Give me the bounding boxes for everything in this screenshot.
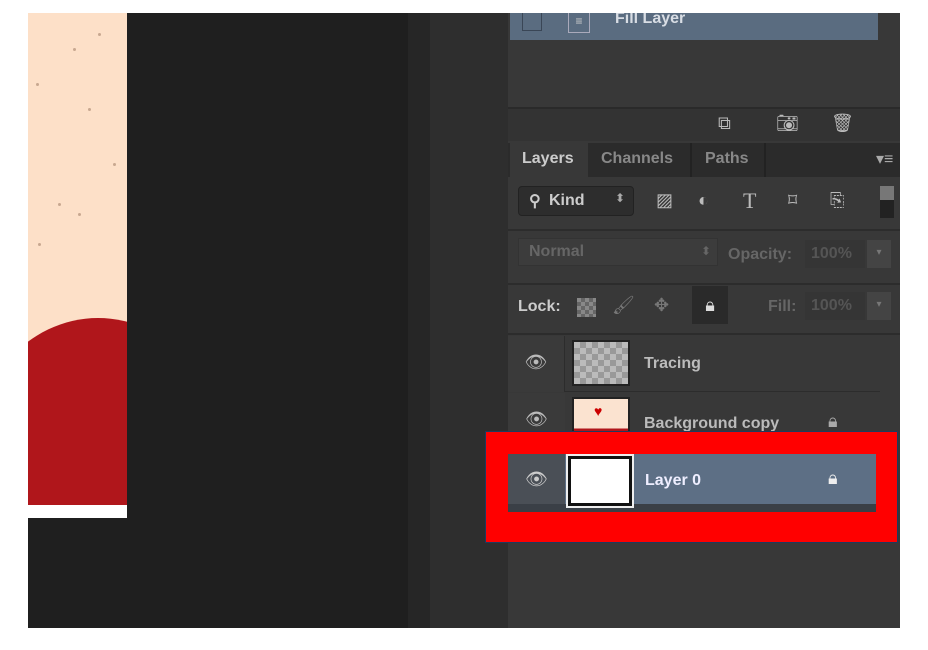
list-icon: ≡ [568, 13, 590, 33]
image-filter-icon[interactable]: ▨ [656, 190, 673, 211]
layer-thumbnail [566, 454, 634, 508]
blend-mode-select[interactable]: Normal ⬍ [518, 238, 718, 266]
tab-channels[interactable]: Channels [592, 143, 692, 177]
fill-label: Fill: [768, 298, 797, 315]
fill-input[interactable]: 100% [805, 292, 865, 320]
eye-icon[interactable]: 👁︎ [508, 454, 565, 504]
stepper-icon: ⬍ [615, 191, 626, 205]
layer-row-layer-0[interactable]: 👁︎ Layer 0 🔒︎ [508, 454, 876, 512]
trash-icon[interactable]: 🗑︎ [831, 113, 854, 134]
red-shape [28, 318, 127, 518]
type-filter-icon[interactable]: T [743, 188, 756, 214]
shape-filter-icon[interactable]: ⌑ [788, 190, 797, 211]
smart-object-filter-icon[interactable]: ⎘ [830, 190, 844, 211]
lock-icon: 🔒︎ [828, 411, 838, 431]
layer-thumbnail [572, 340, 630, 386]
highlight-box: 👁︎ Layer 0 🔒︎ [485, 431, 898, 543]
lock-icon: 🔒︎ [828, 468, 838, 488]
lock-all-button[interactable]: 🔒︎ [692, 286, 728, 324]
layer-name: Layer 0 [645, 472, 702, 489]
new-document-from-state-icon[interactable]: ⧉ [718, 113, 731, 134]
tab-paths[interactable]: Paths [696, 143, 766, 177]
opacity-dropdown-button[interactable]: ▾ [867, 240, 891, 268]
divider [408, 13, 430, 628]
filter-kind-label: Kind [549, 192, 585, 209]
history-item-label: Fill Layer [615, 13, 686, 27]
opacity-value: 100% [811, 245, 852, 262]
filter-kind-select[interactable]: ⚲ Kind ⬍ [518, 186, 634, 216]
search-icon: ⚲ [529, 193, 541, 210]
panel-menu-icon[interactable]: ▾≡ [876, 149, 893, 169]
canvas-edge [28, 505, 127, 518]
layer-name: Tracing [644, 355, 701, 372]
tab-bar: Layers Channels Paths ▾≡ [508, 143, 900, 177]
filter-toggle[interactable] [880, 186, 894, 218]
checkbox[interactable] [522, 13, 542, 31]
lock-position-icon[interactable]: ✥ [654, 295, 669, 316]
lock-image-pixels-icon[interactable]: 🖌︎ [612, 295, 635, 316]
document-canvas[interactable] [28, 13, 127, 518]
layer-row-tracing[interactable]: 👁︎ Tracing [508, 336, 880, 392]
eye-icon[interactable]: 👁︎ [508, 336, 565, 392]
adjustment-filter-icon[interactable]: ◐ [698, 190, 709, 211]
stepper-icon: ⬍ [701, 244, 712, 258]
fill-dropdown-button[interactable]: ▾ [867, 292, 891, 320]
fill-value: 100% [811, 297, 852, 314]
panel-dock: ≡ Fill Layer ⧉ 📷︎ 🗑︎ Layers Channels Pat… [485, 13, 900, 628]
opacity-label: Opacity: [728, 246, 793, 263]
camera-snapshot-icon[interactable]: 📷︎ [776, 113, 799, 134]
lock-transparent-pixels-icon[interactable] [577, 298, 596, 317]
photoshop-window: ≡ Fill Layer ⧉ 📷︎ 🗑︎ Layers Channels Pat… [28, 13, 900, 628]
opacity-input[interactable]: 100% [805, 240, 865, 268]
blend-mode-value: Normal [529, 243, 585, 260]
lock-label: Lock: [518, 298, 561, 315]
history-item-selected[interactable]: ≡ Fill Layer [510, 13, 878, 40]
history-toolbar: ⧉ 📷︎ 🗑︎ [508, 107, 900, 141]
tab-layers[interactable]: Layers [510, 143, 588, 177]
